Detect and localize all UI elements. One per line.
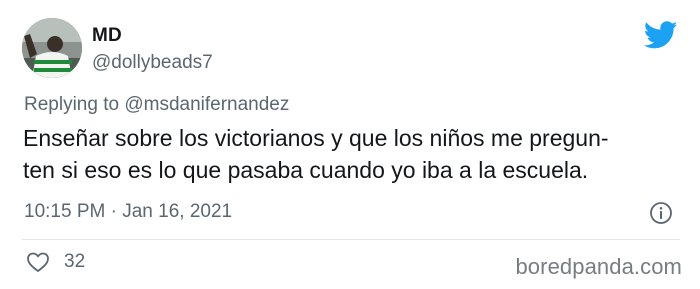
display-name[interactable]: MD — [92, 25, 122, 47]
avatar[interactable] — [22, 18, 82, 78]
watermark: boredpanda.com — [515, 254, 682, 279]
heart-icon[interactable] — [26, 250, 50, 274]
tweet-text-line: Enseñar sobre los victorianos y que los … — [23, 125, 609, 151]
tweet-text-line: ten si eso es lo que pasaba cuando yo ib… — [23, 157, 589, 183]
replying-to[interactable]: Replying to @msdanifernandez — [24, 94, 289, 116]
avatar-image — [22, 18, 82, 78]
like-count: 32 — [64, 251, 86, 272]
divider — [22, 239, 680, 240]
tweet-card: MD @dollybeads7 Replying to @msdaniferna… — [0, 0, 700, 289]
twitter-bird-icon[interactable] — [644, 18, 678, 52]
info-icon[interactable] — [649, 201, 673, 225]
tweet-timestamp[interactable]: 10:15 PM · Jan 16, 2021 — [24, 201, 232, 223]
tweet-text: Enseñar sobre los victorianos y que los … — [23, 122, 683, 186]
user-handle[interactable]: @dollybeads7 — [92, 52, 213, 74]
